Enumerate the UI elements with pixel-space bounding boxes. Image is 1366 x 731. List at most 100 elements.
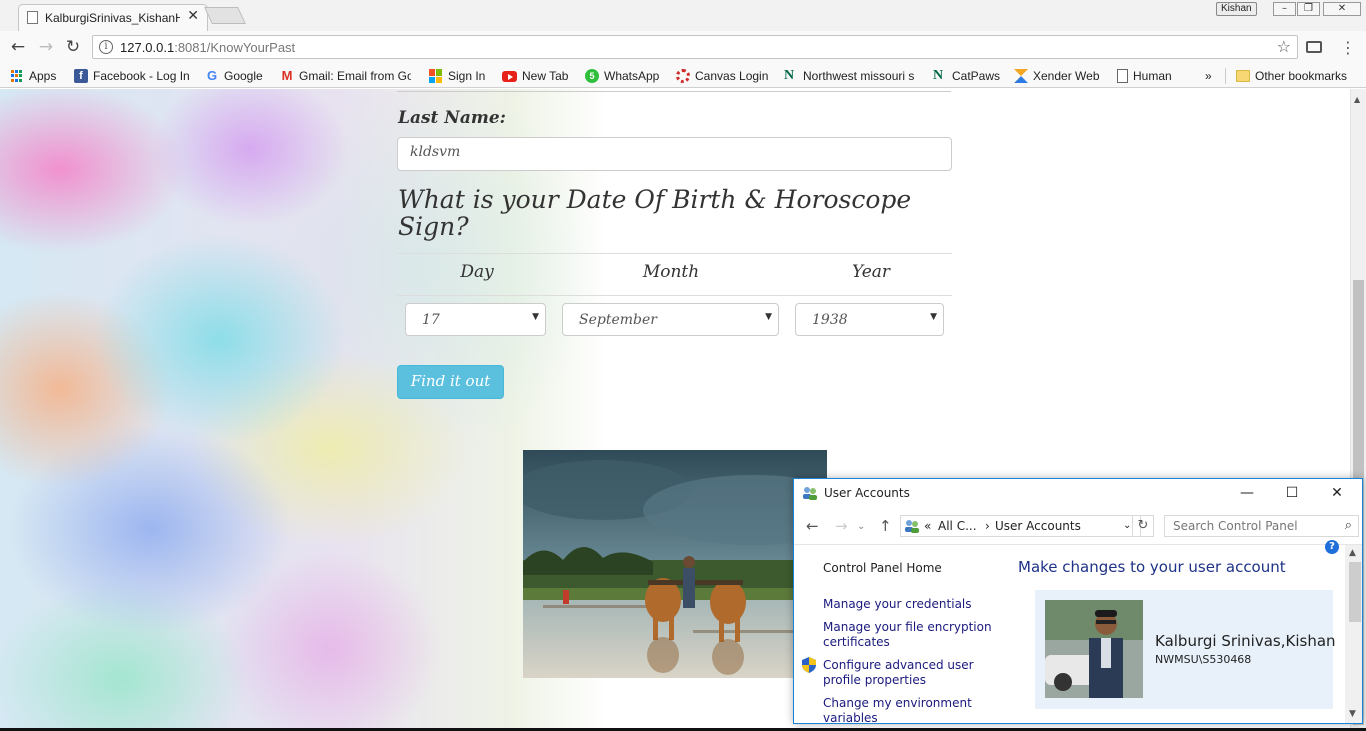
xender-icon	[1014, 69, 1028, 83]
breadcrumb[interactable]: « All C... › User Accounts ⌄	[900, 515, 1141, 537]
file-encryption-link[interactable]: Manage your file encryption certificates	[823, 620, 993, 650]
bookmark-label: New Tab	[522, 69, 569, 83]
bookmarks-bar: Apps f Facebook - Log In G Google M Gmai…	[0, 63, 1366, 88]
advanced-profile-link[interactable]: Configure advanced user profile properti…	[823, 658, 993, 688]
bookmark-label: Northwest missouri s	[803, 69, 915, 83]
search-icon: ⌕	[1344, 518, 1352, 533]
bookmark-label: Human	[1133, 69, 1172, 83]
bookmark-facebook[interactable]: f Facebook - Log In	[74, 68, 190, 84]
close-tab-icon[interactable]: ✕	[187, 8, 199, 24]
breadcrumb-current[interactable]: User Accounts	[995, 519, 1081, 533]
bookmark-catpaws[interactable]: N CatPaws	[933, 68, 1000, 84]
menu-icon[interactable]: ⋮	[1340, 38, 1356, 57]
url-host: 127.0.0.1	[120, 40, 175, 55]
scroll-down-icon[interactable]: ▼	[1349, 709, 1356, 719]
control-panel-home-link[interactable]: Control Panel Home	[823, 561, 993, 576]
chevron-down-icon: ▼	[532, 312, 539, 322]
find-it-out-button[interactable]: Find it out	[397, 365, 504, 399]
search-placeholder: Search Control Panel	[1173, 519, 1298, 533]
document-icon	[27, 11, 38, 24]
bookmark-label: Canvas Login	[695, 69, 769, 83]
reload-icon[interactable]: ↻	[63, 37, 83, 57]
scroll-up-icon[interactable]: ▲	[1349, 548, 1356, 558]
bookmark-whatsapp[interactable]: 5 WhatsApp	[585, 68, 659, 84]
recent-chevron-icon[interactable]: ⌄	[857, 521, 865, 532]
bookmark-google[interactable]: G Google	[205, 68, 263, 84]
scrollbar-thumb[interactable]	[1349, 562, 1361, 622]
year-value: 1938	[812, 312, 848, 328]
northwest-icon: N	[784, 68, 795, 83]
tab-strip: KalburgiSrinivas_KishanH ✕ Kishan – ❐ ✕	[0, 0, 1366, 31]
scroll-up-icon[interactable]: ▲	[1354, 95, 1360, 104]
minimize-button[interactable]: –	[1273, 2, 1296, 16]
bookmarks-overflow-button[interactable]: »	[1205, 68, 1212, 84]
user-accounts-icon	[905, 520, 919, 533]
google-icon: G	[206, 68, 218, 83]
window-title: User Accounts	[824, 486, 910, 500]
environment-variables-link[interactable]: Change my environment variables	[823, 696, 993, 723]
year-select[interactable]: 1938 ▼	[795, 303, 944, 336]
bookmark-label: Xender Web	[1033, 69, 1100, 83]
last-name-input[interactable]: kldsvm	[397, 137, 952, 171]
forward-icon[interactable]: →	[835, 517, 848, 535]
help-icon[interactable]: ?	[1325, 540, 1339, 554]
chevron-down-icon[interactable]: ⌄	[1123, 520, 1131, 531]
breadcrumb-parent[interactable]: All C...	[938, 519, 977, 533]
bookmark-new-tab[interactable]: New Tab	[502, 68, 568, 84]
new-tab-button[interactable]	[204, 7, 246, 24]
bookmark-human[interactable]: Human	[1117, 68, 1172, 84]
window-scrollbar[interactable]: ▲ ▼	[1345, 545, 1362, 723]
bookmark-gmail[interactable]: M Gmail: Email from Go	[280, 68, 411, 84]
bookmarks-divider	[1225, 68, 1226, 84]
user-accounts-window: User Accounts — ☐ ✕ ← → ⌄ ↑ « All C... ›…	[793, 478, 1363, 724]
year-header: Year	[851, 262, 891, 282]
info-icon[interactable]: i	[99, 40, 113, 54]
back-icon[interactable]: ←	[8, 37, 28, 57]
up-icon[interactable]: ↑	[879, 517, 892, 535]
cast-icon[interactable]	[1306, 41, 1322, 53]
close-window-button[interactable]: ✕	[1323, 2, 1361, 16]
user-name: Kalburgi Srinivas,Kishan	[1155, 632, 1336, 650]
previous-input-edge	[397, 89, 951, 92]
forward-icon[interactable]: →	[36, 37, 56, 57]
address-bar[interactable]: i 127.0.0.1:8081/KnowYourPast ☆	[92, 35, 1298, 59]
bookmark-apps[interactable]: Apps	[10, 68, 56, 84]
bookmark-label: Gmail: Email from Go	[299, 69, 411, 83]
whatsapp-icon: 5	[585, 69, 599, 83]
close-button[interactable]: ✕	[1314, 481, 1360, 507]
bookmark-star-icon[interactable]: ☆	[1277, 37, 1291, 56]
back-icon[interactable]: ←	[806, 517, 819, 535]
bookmark-label: WhatsApp	[604, 69, 660, 83]
profile-button[interactable]: Kishan	[1216, 2, 1257, 16]
bookmark-canvas[interactable]: Canvas Login	[676, 68, 768, 84]
bookmark-northwest[interactable]: N Northwest missouri s	[784, 68, 915, 84]
bookmark-label: Sign In	[448, 69, 486, 83]
folder-icon	[1236, 70, 1250, 82]
day-value: 17	[422, 312, 440, 328]
other-bookmarks[interactable]: Other bookmarks	[1236, 68, 1347, 84]
minimize-button[interactable]: —	[1224, 481, 1270, 507]
breadcrumb-prefix: «	[924, 519, 932, 533]
table-divider	[397, 295, 952, 296]
maximize-button[interactable]: ☐	[1269, 481, 1315, 507]
last-name-label: Last Name:	[398, 108, 506, 128]
month-select[interactable]: September ▼	[562, 303, 779, 336]
url-text: 127.0.0.1:8081/KnowYourPast	[120, 40, 295, 55]
bookmark-label: CatPaws	[952, 69, 1001, 83]
day-select[interactable]: 17 ▼	[405, 303, 546, 336]
refresh-icon[interactable]: ↻	[1132, 515, 1154, 537]
dob-heading: What is your Date Of Birth & Horoscope S…	[398, 185, 912, 241]
northwest-icon: N	[933, 68, 944, 83]
avatar	[1045, 600, 1143, 698]
bookmark-sign-in[interactable]: Sign In	[429, 68, 485, 84]
gmail-icon: M	[281, 68, 293, 83]
restore-button[interactable]: ❐	[1297, 2, 1320, 16]
bookmark-xender[interactable]: Xender Web	[1014, 68, 1100, 84]
month-header: Month	[642, 262, 700, 282]
browser-tab[interactable]: KalburgiSrinivas_KishanH ✕	[18, 4, 208, 31]
chevron-down-icon: ▼	[765, 312, 772, 322]
user-card: Kalburgi Srinivas,Kishan NWMSU\S530468	[1035, 590, 1336, 709]
manage-credentials-link[interactable]: Manage your credentials	[823, 597, 993, 612]
month-value: September	[579, 312, 657, 328]
search-input[interactable]: Search Control Panel ⌕	[1164, 515, 1359, 537]
